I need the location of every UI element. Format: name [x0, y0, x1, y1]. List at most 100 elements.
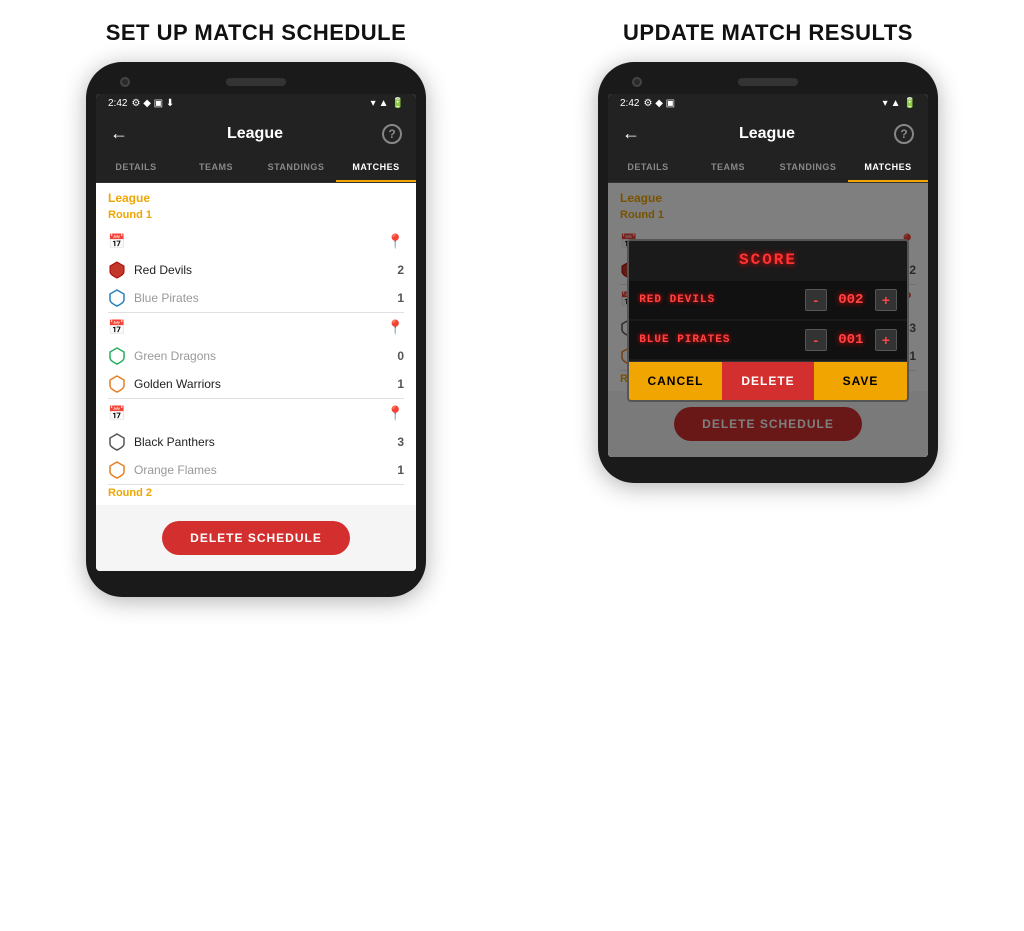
- left-team-row-1a[interactable]: Red Devils 2: [96, 256, 416, 284]
- pin-icon-1: 📍: [387, 233, 404, 250]
- dialog-actions: CANCEL DELETE SAVE: [629, 361, 907, 400]
- phone-top-right: [608, 78, 928, 86]
- left-red-devils-name: Red Devils: [134, 263, 389, 277]
- right-phone: 2:42 ⚙ ◆ ▣ ▾ ▲ 🔋 ← League ? DETAILS TEAM…: [598, 62, 938, 483]
- wifi-icon: ▾: [371, 98, 376, 109]
- left-round2-label: Round 2: [96, 485, 416, 505]
- left-help-button[interactable]: ?: [382, 124, 402, 144]
- right-status-right: ▾ ▲ 🔋: [883, 98, 916, 109]
- left-team-row-1b[interactable]: Blue Pirates 1: [96, 284, 416, 312]
- score-team1-minus-btn[interactable]: -: [805, 289, 827, 311]
- right-app-bar: ← League ?: [608, 113, 928, 154]
- left-app-bar: ← League ?: [96, 113, 416, 154]
- score-team2-plus-btn[interactable]: +: [875, 329, 897, 351]
- camera-right: [632, 77, 642, 87]
- calendar-icon-1: 📅: [108, 233, 125, 250]
- left-screen: 2:42 ⚙ ◆ ▣ ⬇ ▾ ▲ 🔋 ← League ? DETAILS TE…: [96, 94, 416, 571]
- right-help-button[interactable]: ?: [894, 124, 914, 144]
- black-panthers-icon-left: [108, 433, 126, 451]
- tab-details-right[interactable]: DETAILS: [608, 154, 688, 182]
- left-match1-icons: 📅 📍: [96, 227, 416, 256]
- orange-flames-icon-left: [108, 461, 126, 479]
- left-team-row-2a[interactable]: Green Dragons 0: [96, 342, 416, 370]
- score-dialog-title: SCORE: [629, 241, 907, 279]
- left-status-bar: 2:42 ⚙ ◆ ▣ ⬇ ▾ ▲ 🔋: [96, 94, 416, 113]
- tab-standings-left[interactable]: STANDINGS: [256, 154, 336, 182]
- left-black-panthers-name: Black Panthers: [134, 435, 389, 449]
- dialog-save-btn[interactable]: SAVE: [814, 362, 907, 400]
- left-red-devils-score: 2: [397, 263, 404, 277]
- tab-standings-right[interactable]: STANDINGS: [768, 154, 848, 182]
- tab-details-left[interactable]: DETAILS: [96, 154, 176, 182]
- left-list-section: League Round 1 📅 📍 Red Devils 2: [96, 183, 416, 505]
- right-status-bar: 2:42 ⚙ ◆ ▣ ▾ ▲ 🔋: [608, 94, 928, 113]
- left-tabs: DETAILS TEAMS STANDINGS MATCHES: [96, 154, 416, 183]
- score-team1-name: RED DEVILS: [639, 294, 797, 306]
- score-team2-name: BLUE PIRATES: [639, 334, 797, 346]
- left-content: League Round 1 📅 📍 Red Devils 2: [96, 183, 416, 571]
- right-wifi-icon: ▾: [883, 98, 888, 109]
- left-team-row-2b[interactable]: Golden Warriors 1: [96, 370, 416, 398]
- calendar-icon-3: 📅: [108, 405, 125, 422]
- right-signal-icon: ▲: [891, 98, 901, 109]
- right-content: League Round 1 📅 📍 Red Devils 2: [608, 183, 928, 457]
- red-devils-icon-left: [108, 261, 126, 279]
- right-tabs: DETAILS TEAMS STANDINGS MATCHES: [608, 154, 928, 183]
- left-section-label: League: [96, 183, 416, 207]
- left-delete-container: DELETE SCHEDULE: [96, 505, 416, 571]
- dialog-delete-btn[interactable]: DELETE: [722, 362, 815, 400]
- left-team-row-3a[interactable]: Black Panthers 3: [96, 428, 416, 456]
- left-delete-btn[interactable]: DELETE SCHEDULE: [162, 521, 350, 555]
- left-back-button[interactable]: ←: [110, 123, 128, 144]
- pin-icon-3: 📍: [387, 405, 404, 422]
- phone-top-left: [96, 78, 416, 86]
- right-battery-icon: 🔋: [904, 98, 916, 109]
- score-team1-plus-btn[interactable]: +: [875, 289, 897, 311]
- battery-icon: 🔋: [392, 98, 404, 109]
- camera-left: [120, 77, 130, 87]
- tab-teams-left[interactable]: TEAMS: [176, 154, 256, 182]
- left-status-icons: ⚙ ◆ ▣ ⬇: [131, 98, 174, 109]
- left-golden-warriors-name: Golden Warriors: [134, 377, 389, 391]
- speaker-left: [226, 78, 286, 86]
- left-app-title: League: [227, 125, 283, 143]
- right-back-button[interactable]: ←: [622, 123, 640, 144]
- speaker-right: [738, 78, 798, 86]
- signal-icon: ▲: [379, 98, 389, 109]
- left-black-panthers-score: 3: [397, 435, 404, 449]
- score-dialog: SCORE RED DEVILS - 002 + BLUE PIRATES -: [627, 239, 909, 402]
- tab-matches-right[interactable]: MATCHES: [848, 154, 928, 182]
- score-team1-row: RED DEVILS - 002 +: [629, 281, 907, 319]
- green-dragons-icon-left: [108, 347, 126, 365]
- tab-matches-left[interactable]: MATCHES: [336, 154, 416, 182]
- left-round1-label: Round 1: [96, 207, 416, 227]
- left-green-dragons-score: 0: [397, 349, 404, 363]
- right-panel: UPDATE MATCH RESULTS 2:42 ⚙ ◆ ▣ ▾ ▲ 🔋: [512, 0, 1024, 931]
- left-orange-flames-score: 1: [397, 463, 404, 477]
- score-team1-value: 002: [835, 292, 867, 308]
- left-status-left: 2:42 ⚙ ◆ ▣ ⬇: [108, 98, 174, 109]
- left-blue-pirates-name: Blue Pirates: [134, 291, 389, 305]
- left-status-right: ▾ ▲ 🔋: [371, 98, 404, 109]
- blue-pirates-icon-left: [108, 289, 126, 307]
- score-team2-minus-btn[interactable]: -: [805, 329, 827, 351]
- left-team-row-3b[interactable]: Orange Flames 1: [96, 456, 416, 484]
- left-panel: SET UP MATCH SCHEDULE 2:42 ⚙ ◆ ▣ ⬇ ▾ ▲ 🔋: [0, 0, 512, 931]
- left-match3-icons: 📅 📍: [96, 399, 416, 428]
- score-team2-value: 001: [835, 332, 867, 348]
- left-time: 2:42: [108, 98, 127, 109]
- left-blue-pirates-score: 1: [397, 291, 404, 305]
- left-green-dragons-name: Green Dragons: [134, 349, 389, 363]
- right-status-icons: ⚙ ◆ ▣: [643, 98, 675, 109]
- right-panel-title: UPDATE MATCH RESULTS: [623, 20, 913, 46]
- right-screen: 2:42 ⚙ ◆ ▣ ▾ ▲ 🔋 ← League ? DETAILS TEAM…: [608, 94, 928, 457]
- left-match2-icons: 📅 📍: [96, 313, 416, 342]
- golden-warriors-icon-left: [108, 375, 126, 393]
- right-time: 2:42: [620, 98, 639, 109]
- calendar-icon-2: 📅: [108, 319, 125, 336]
- left-orange-flames-name: Orange Flames: [134, 463, 389, 477]
- dialog-cancel-btn[interactable]: CANCEL: [629, 362, 722, 400]
- tab-teams-right[interactable]: TEAMS: [688, 154, 768, 182]
- right-status-left: 2:42 ⚙ ◆ ▣: [620, 98, 675, 109]
- left-panel-title: SET UP MATCH SCHEDULE: [106, 20, 407, 46]
